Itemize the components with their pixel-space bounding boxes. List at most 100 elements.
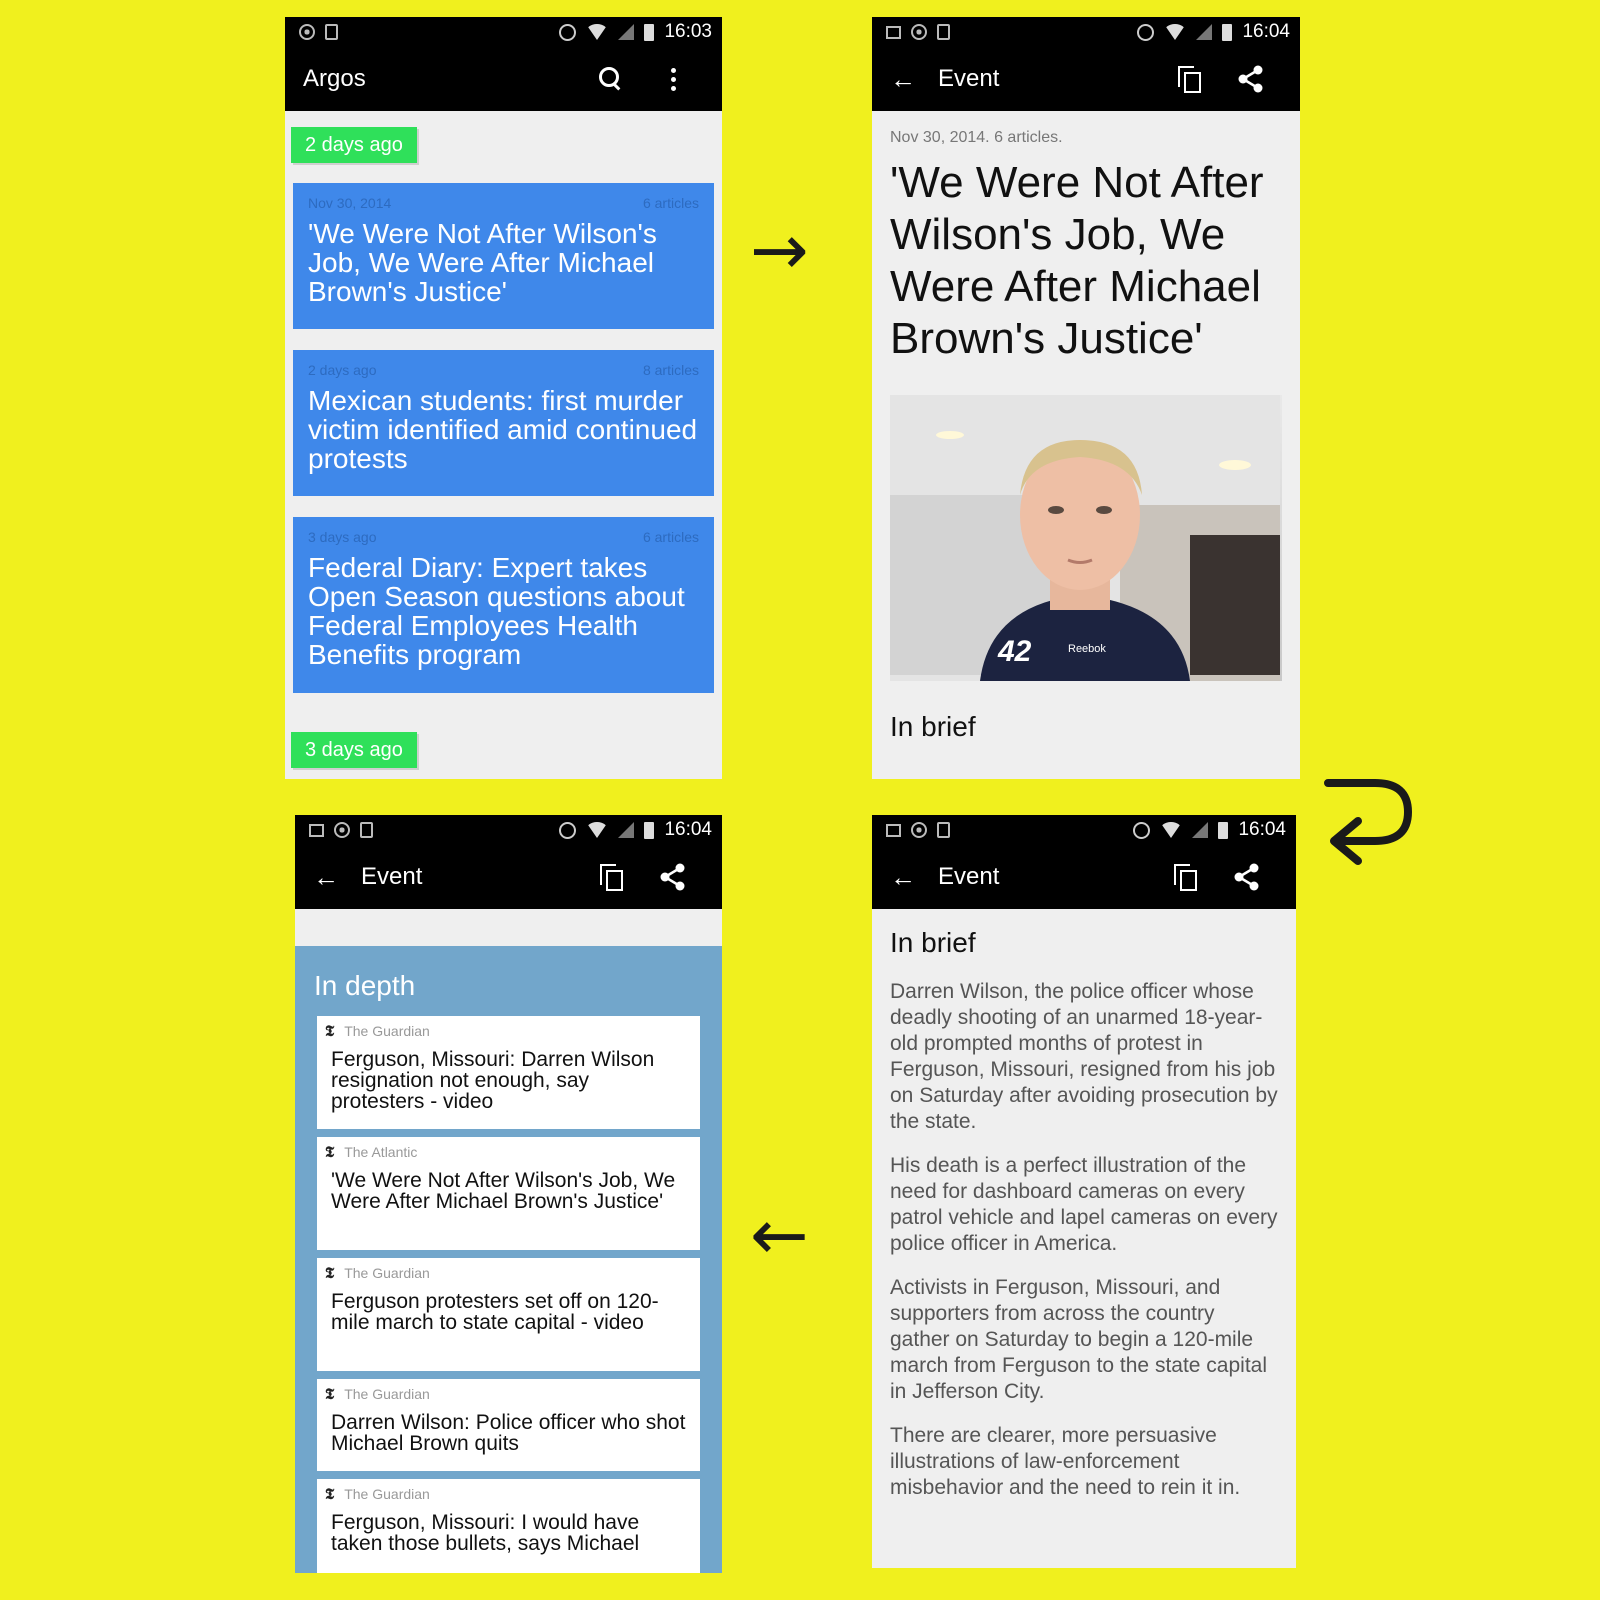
event-meta: Nov 30, 2014. 6 articles. (890, 129, 1063, 146)
copy-icon (1174, 864, 1197, 891)
share-button[interactable] (1216, 862, 1278, 892)
copy-button[interactable] (1158, 66, 1220, 93)
sync-icon (299, 24, 315, 40)
card-title: Federal Diary: Expert takes Open Season … (308, 552, 685, 670)
share-icon (1238, 65, 1263, 93)
copy-icon (1178, 66, 1201, 93)
screen-event-brief: 16:04 ← Event In brief Darren Wilson, th… (872, 815, 1296, 1568)
image-icon (309, 823, 324, 837)
screen-event-depth: 16:04 ← Event In depth 𝕿 The Guardian Fer… (295, 815, 722, 1573)
card-date: 2 days ago (308, 362, 377, 378)
article-item[interactable]: 𝕿 The Guardian Darren Wilson: Police offi… (317, 1379, 700, 1471)
search-button[interactable] (580, 67, 642, 91)
date-chip: 2 days ago (291, 127, 417, 163)
card-date: 3 days ago (308, 529, 377, 545)
search-icon (599, 67, 623, 91)
back-arrow-icon[interactable]: ← (313, 862, 361, 893)
status-time: 16:04 (1242, 21, 1290, 42)
status-time: 16:04 (1238, 819, 1286, 840)
sync-icon (911, 24, 927, 40)
alarm-icon (559, 23, 577, 41)
share-button[interactable] (1220, 64, 1282, 94)
source-logo-icon: 𝕿 (325, 1264, 335, 1282)
portrait-image (890, 395, 1280, 681)
brief-paragraph: Activists in Ferguson, Missouri, and sup… (890, 1276, 1268, 1403)
overflow-menu-button[interactable] (642, 67, 704, 91)
signal-icon (1196, 24, 1213, 40)
card-count: 6 articles (642, 529, 699, 545)
download-icon (937, 24, 950, 40)
share-button[interactable] (642, 862, 704, 892)
article-title: Ferguson protesters set off on 120-mile … (331, 1290, 659, 1334)
shirt-number: 42 (998, 635, 1032, 668)
section-heading: In depth (314, 970, 416, 1001)
status-bar: 16:04 (872, 815, 1296, 845)
event-photo: 42 Reebok (890, 395, 1282, 681)
source-logo-icon: 𝕿 (325, 1485, 335, 1503)
shirt-brand: Reebok (1068, 643, 1106, 655)
download-icon (325, 24, 338, 40)
app-title: Event (938, 863, 1000, 890)
event-card[interactable]: 3 days ago 6 articles Federal Diary: Expe… (293, 517, 714, 693)
download-icon (937, 822, 950, 838)
article-title: Ferguson, Missouri: Darren Wilson resign… (331, 1048, 655, 1113)
screen-argos-list: 16:03 Argos 2 days ago Nov 30, 2014 6 art… (285, 17, 722, 779)
battery-icon (1222, 23, 1233, 41)
status-bar: 16:03 (285, 17, 722, 47)
copy-button[interactable] (1154, 864, 1216, 891)
article-source: The Guardian (344, 1486, 430, 1502)
card-title: Mexican students: first murder victim id… (308, 385, 698, 474)
app-title: Argos (303, 65, 366, 92)
image-icon (886, 823, 901, 837)
source-logo-icon: 𝕿 (325, 1022, 335, 1040)
event-card[interactable]: Nov 30, 2014 6 articles 'We Were Not Afte… (293, 183, 714, 329)
brief-paragraph: Darren Wilson, the police officer whose … (890, 980, 1278, 1133)
article-source: The Atlantic (344, 1144, 418, 1160)
event-card[interactable]: 2 days ago 8 articles Mexican students: f… (293, 350, 714, 496)
article-item[interactable]: 𝕿 The Guardian Ferguson, Missouri: Darren… (317, 1016, 700, 1129)
image-icon (886, 25, 901, 39)
brief-body: In brief Darren Wilson, the police offic… (872, 909, 1296, 1537)
article-item[interactable]: 𝕿 The Guardian Ferguson, Missouri: I woul… (317, 1479, 700, 1573)
section-heading: In brief (890, 927, 976, 958)
more-vert-icon (670, 67, 676, 91)
status-time: 16:04 (664, 819, 712, 840)
status-bar: 16:04 (295, 815, 722, 845)
card-title: 'We Were Not After Wilson's Job, We Were… (308, 218, 657, 307)
app-bar: Argos (285, 47, 722, 111)
app-bar: ← Event (872, 845, 1296, 909)
article-title: Ferguson, Missouri: I would have taken t… (331, 1511, 640, 1555)
article-source: The Guardian (344, 1023, 430, 1039)
event-body: Nov 30, 2014. 6 articles. 'We Were Not A… (872, 111, 1300, 761)
wifi-icon (586, 822, 609, 838)
battery-icon (1218, 821, 1229, 839)
event-headline: 'We Were Not After Wilson's Job, We Were… (890, 158, 1264, 363)
back-arrow-icon[interactable]: ← (890, 64, 938, 95)
in-depth-panel: In depth 𝕿 The Guardian Ferguson, Missour… (295, 946, 722, 1573)
brief-paragraph: There are clearer, more persuasive illus… (890, 1424, 1241, 1499)
article-title: Darren Wilson: Police officer who shot M… (331, 1411, 686, 1455)
right-arrow-icon: → (750, 209, 809, 291)
alarm-icon (1137, 23, 1155, 41)
battery-icon (644, 23, 655, 41)
sync-icon (911, 822, 927, 838)
source-logo-icon: 𝕿 (325, 1143, 335, 1161)
sync-icon (334, 822, 350, 838)
return-arrow-icon (1324, 779, 1413, 865)
wifi-icon (1164, 24, 1187, 40)
battery-icon (644, 821, 655, 839)
app-title: Event (938, 65, 1000, 92)
article-title: 'We Were Not After Wilson's Job, We Were… (331, 1169, 676, 1213)
wifi-icon (1160, 822, 1183, 838)
article-source: The Guardian (344, 1265, 430, 1281)
status-bar: 16:04 (872, 17, 1300, 47)
app-bar: ← Event (295, 845, 722, 909)
app-bar: ← Event (872, 47, 1300, 111)
share-icon (660, 863, 685, 891)
brief-paragraph: His death is a perfect illustration of t… (890, 1154, 1278, 1255)
article-source: The Guardian (344, 1386, 430, 1402)
copy-button[interactable] (580, 864, 642, 891)
article-item[interactable]: 𝕿 The Guardian Ferguson protesters set of… (317, 1258, 700, 1371)
back-arrow-icon[interactable]: ← (890, 862, 938, 893)
article-item[interactable]: 𝕿 The Atlantic 'We Were Not After Wilson'… (317, 1137, 700, 1250)
